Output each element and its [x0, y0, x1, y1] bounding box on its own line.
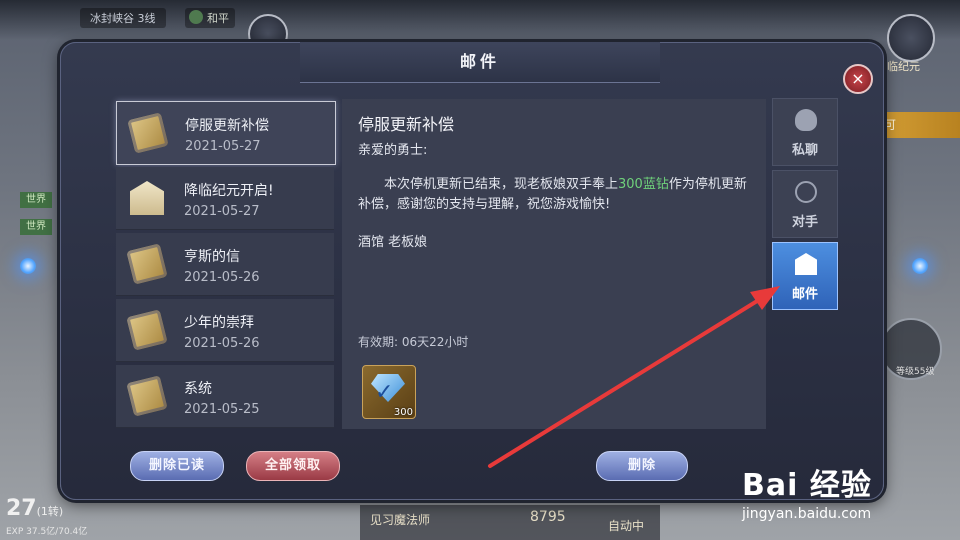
- peace-mode-label: 和平: [207, 12, 229, 25]
- dialog-ornament-right: [900, 246, 940, 286]
- mail-item-date: 2021-05-26: [184, 336, 260, 351]
- close-button[interactable]: ×: [843, 64, 873, 94]
- gift-box-icon: [126, 243, 168, 285]
- bottom-hud: 见习魔法师 8795 自动中: [360, 505, 660, 540]
- baidu-watermark: Bai 经验 jingyan.baidu.com: [742, 460, 872, 522]
- mail-item-title: 降临纪元开启!: [184, 183, 274, 199]
- rival-icon: [795, 181, 817, 203]
- attachment-item[interactable]: ✓ 300: [362, 365, 416, 419]
- mail-item[interactable]: 停服更新补偿 2021-05-27: [116, 101, 336, 165]
- auto-status: 自动中: [608, 519, 645, 533]
- annotation-arrow: [488, 286, 780, 468]
- tab-label: 私聊: [791, 143, 818, 158]
- dialog-header: 邮件: [300, 42, 660, 83]
- descend-era-icon[interactable]: [887, 14, 935, 62]
- mail-item-title: 亨斯的信: [184, 249, 240, 265]
- delete-read-button[interactable]: 删除已读: [130, 451, 224, 481]
- mail-item[interactable]: 亨斯的信 2021-05-26: [116, 233, 334, 296]
- mail-item[interactable]: 少年的崇拜 2021-05-26: [116, 299, 334, 362]
- mail-item-date: 2021-05-26: [184, 270, 260, 285]
- mail-expiry: 有效期: 06天22小时: [358, 335, 469, 349]
- mail-item[interactable]: 降临纪元开启! 2021-05-27: [116, 167, 334, 230]
- mail-item-date: 2021-05-27: [185, 139, 261, 154]
- exp-readout: EXP 37.5亿/70.4亿: [6, 527, 88, 537]
- attachment-quantity: 300: [393, 407, 413, 418]
- watermark-url: jingyan.baidu.com: [742, 506, 872, 522]
- mail-item-title: 停服更新补偿: [185, 118, 269, 134]
- player-level: 27(1转): [6, 496, 64, 521]
- mail-list: 停服更新补偿 2021-05-27 降临纪元开启! 2021-05-27 亨斯的…: [116, 100, 336, 430]
- leaf-icon: [189, 10, 203, 24]
- gift-box-icon: [126, 375, 168, 417]
- mail-item-title: 少年的崇拜: [184, 315, 254, 331]
- mail-item-title: 系统: [184, 381, 212, 397]
- dialog-title: 邮件: [459, 52, 500, 71]
- reward-highlight: 300蓝钻: [618, 177, 669, 192]
- gift-box-icon: [127, 112, 169, 154]
- mail-item-date: 2021-05-27: [184, 204, 260, 219]
- mail-item-date: 2021-05-25: [184, 402, 260, 417]
- tab-rival[interactable]: 对手: [772, 170, 838, 238]
- combat-power: 8795: [530, 509, 566, 525]
- watermark-logo: Bai 经验: [742, 468, 872, 503]
- mail-body: 本次停机更新已结束，现老板娘双手奉上300蓝钻作为停机更新补偿，感谢您的支持与理…: [358, 177, 747, 212]
- person-icon: [795, 109, 817, 131]
- tab-private-chat[interactable]: 私聊: [772, 98, 838, 166]
- player-name: 见习魔法师: [370, 513, 431, 527]
- peace-mode-toggle[interactable]: 和平: [185, 8, 235, 28]
- level-reward-button[interactable]: 等级55级: [880, 318, 942, 380]
- envelope-icon: [130, 181, 164, 215]
- mail-item[interactable]: 系统 2021-05-25: [116, 365, 334, 428]
- chat-channel-tag: 世界: [20, 192, 52, 208]
- claim-all-button[interactable]: 全部领取: [246, 451, 340, 481]
- chat-channel-tag: 世界: [20, 219, 52, 235]
- mail-content-title: 停服更新补偿: [358, 115, 455, 134]
- gift-box-icon: [126, 309, 168, 351]
- mail-greeting: 亲爱的勇士:: [358, 143, 428, 158]
- mail-signature: 酒馆 老板娘: [358, 235, 428, 250]
- dialog-ornament-left: [8, 246, 48, 286]
- zone-label: 冰封峡谷 3线: [80, 8, 166, 28]
- tab-label: 对手: [791, 215, 818, 230]
